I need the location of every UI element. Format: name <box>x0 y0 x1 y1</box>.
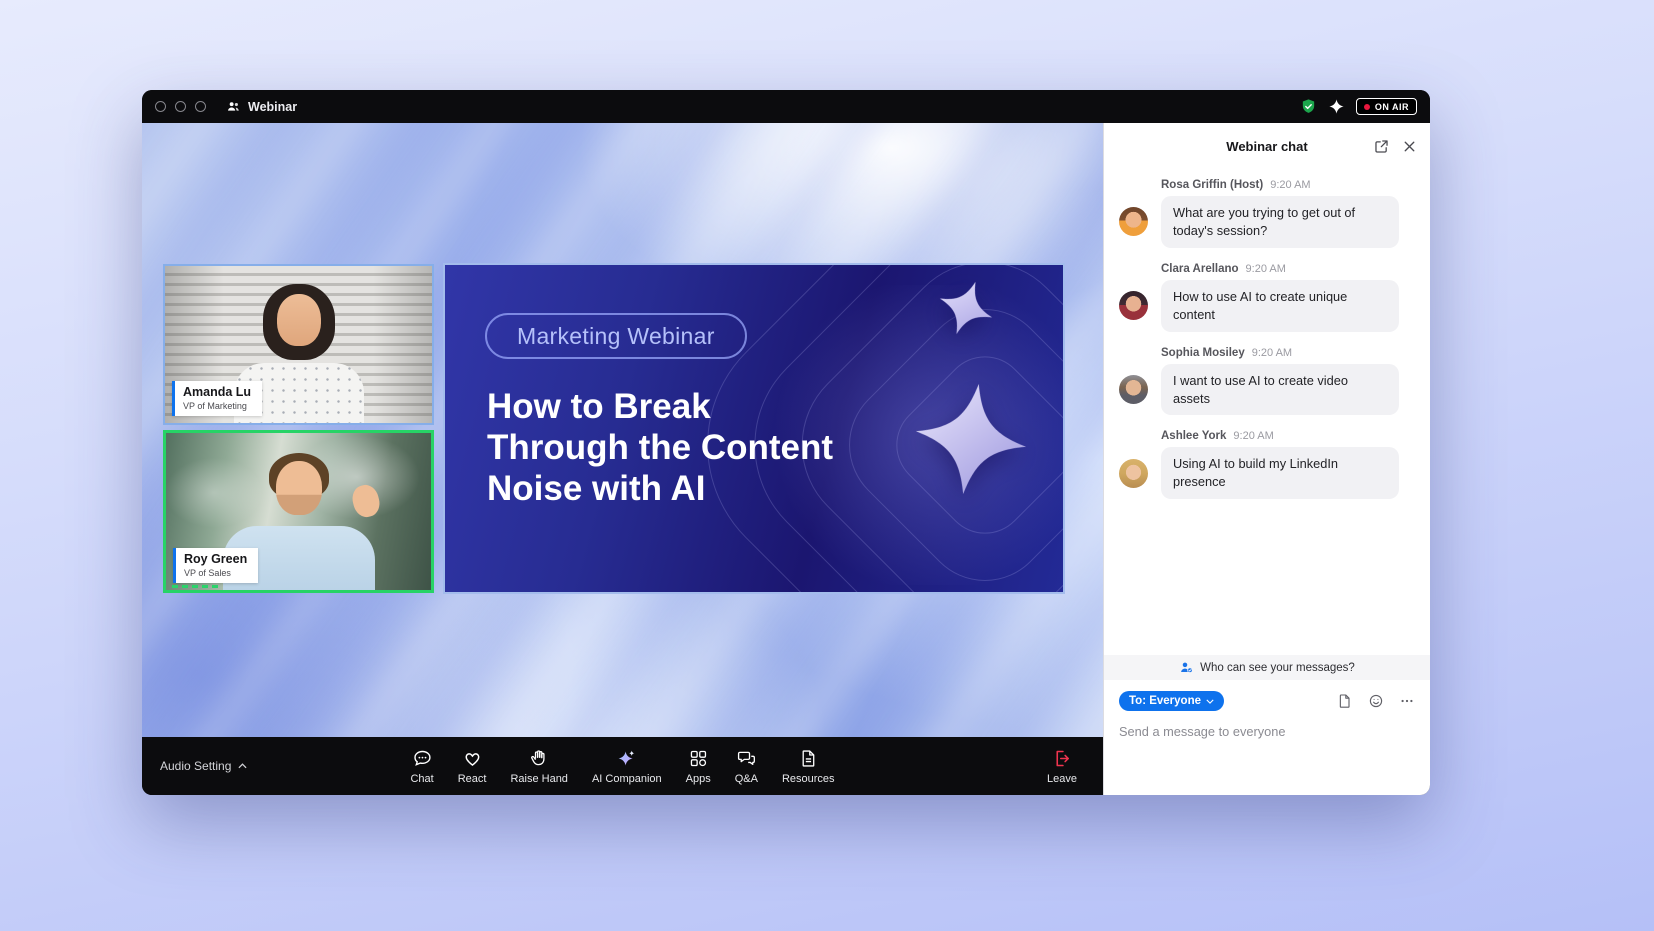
chat-message: Rosa Griffin (Host) 9:20 AM What are you … <box>1119 179 1415 248</box>
avatar <box>1119 459 1148 488</box>
leave-label: Leave <box>1047 773 1077 785</box>
chat-icon <box>412 748 433 769</box>
privacy-person-icon <box>1179 660 1194 675</box>
audio-level-indicator <box>172 585 220 588</box>
chat-button[interactable]: Chat <box>401 743 442 790</box>
participant-nametag: Roy Green VP of Sales <box>173 548 258 583</box>
more-options-icon[interactable] <box>1399 693 1415 709</box>
popout-icon[interactable] <box>1373 138 1390 155</box>
on-air-label: ON AIR <box>1375 102 1409 112</box>
chat-message-list: Rosa Griffin (Host) 9:20 AM What are you … <box>1104 169 1430 655</box>
chat-label: Chat <box>410 773 433 785</box>
leave-icon <box>1052 748 1073 769</box>
window-zoom-button[interactable] <box>195 101 206 112</box>
message-author: Clara Arellano <box>1161 263 1239 275</box>
window-close-button[interactable] <box>155 101 166 112</box>
ai-companion-label: AI Companion <box>592 773 662 785</box>
to-selector-label: To: Everyone <box>1129 695 1201 707</box>
participant-title: VP of Sales <box>184 568 247 578</box>
decorative-star-icon <box>905 373 1036 504</box>
react-button[interactable]: React <box>449 743 496 790</box>
participant-name: Roy Green <box>184 552 247 566</box>
webinar-window: Webinar ON AIR <box>142 90 1430 795</box>
qa-label: Q&A <box>735 773 758 785</box>
message-time: 9:20 AM <box>1270 179 1310 191</box>
message-input[interactable]: Send a message to everyone <box>1119 724 1415 774</box>
ai-companion-indicator-icon[interactable] <box>1328 98 1345 115</box>
participant-title: VP of Marketing <box>183 401 251 411</box>
audio-setting-label: Audio Setting <box>160 759 231 773</box>
chat-message: Ashlee York 9:20 AM Using AI to build my … <box>1119 430 1415 499</box>
avatar <box>1119 291 1148 320</box>
leave-button[interactable]: Leave <box>1047 748 1103 785</box>
slide-title-line: Noise with AI <box>487 469 833 510</box>
window-minimize-button[interactable] <box>175 101 186 112</box>
resources-button[interactable]: Resources <box>773 743 844 790</box>
message-bubble: What are you trying to get out of today'… <box>1161 196 1399 248</box>
participant-nametag: Amanda Lu VP of Marketing <box>172 381 262 416</box>
chat-message: Clara Arellano 9:20 AM How to use AI to c… <box>1119 263 1415 332</box>
apps-icon <box>688 748 709 769</box>
message-bubble: How to use AI to create unique content <box>1161 280 1399 332</box>
video-tile-roy[interactable]: Roy Green VP of Sales <box>163 430 434 593</box>
ai-companion-icon <box>616 748 637 769</box>
chevron-down-icon <box>1206 699 1214 704</box>
message-bubble: Using AI to build my LinkedIn presence <box>1161 447 1399 499</box>
file-icon[interactable] <box>1337 693 1353 709</box>
apps-label: Apps <box>686 773 711 785</box>
chevron-up-icon <box>238 763 247 769</box>
security-shield-icon[interactable] <box>1300 98 1317 115</box>
on-air-badge: ON AIR <box>1356 98 1417 115</box>
emoji-icon[interactable] <box>1368 693 1384 709</box>
app-title-label: Webinar <box>248 100 297 114</box>
chat-panel: Webinar chat Rosa Griffin (Host) 9:20 AM … <box>1103 123 1430 795</box>
chat-title: Webinar chat <box>1226 139 1307 154</box>
qa-icon <box>736 748 757 769</box>
privacy-note[interactable]: Who can see your messages? <box>1104 655 1430 680</box>
raise-hand-button[interactable]: Raise Hand <box>501 743 576 790</box>
avatar <box>1119 375 1148 404</box>
window-controls <box>155 101 206 112</box>
participants-icon <box>226 99 241 114</box>
on-air-dot <box>1364 104 1370 110</box>
resources-icon <box>798 748 819 769</box>
slide-title-line: Through the Content <box>487 428 833 469</box>
slide-badge: Marketing Webinar <box>485 313 747 359</box>
message-time: 9:20 AM <box>1246 263 1286 275</box>
composer-area: To: Everyone Send a message to everyone <box>1104 680 1430 795</box>
avatar <box>1119 207 1148 236</box>
to-selector[interactable]: To: Everyone <box>1119 691 1224 711</box>
titlebar-right: ON AIR <box>1300 98 1417 115</box>
message-time: 9:20 AM <box>1252 347 1292 359</box>
message-time: 9:20 AM <box>1233 430 1273 442</box>
apps-button[interactable]: Apps <box>677 743 720 790</box>
participant-name: Amanda Lu <box>183 385 251 399</box>
video-stage: Amanda Lu VP of Marketing Roy Green VP o… <box>142 123 1103 737</box>
message-author: Sophia Mosiley <box>1161 347 1245 359</box>
raise-hand-label: Raise Hand <box>510 773 567 785</box>
chat-header: Webinar chat <box>1104 123 1430 169</box>
audio-setting-button[interactable]: Audio Setting <box>142 759 247 773</box>
react-label: React <box>458 773 487 785</box>
ai-companion-button[interactable]: AI Companion <box>583 743 671 790</box>
qa-button[interactable]: Q&A <box>726 743 767 790</box>
privacy-note-label: Who can see your messages? <box>1200 662 1355 674</box>
toolbar: Audio Setting Chat React <box>142 737 1103 795</box>
titlebar: Webinar ON AIR <box>142 90 1430 123</box>
slide-title: How to Break Through the Content Noise w… <box>487 387 833 510</box>
slide-title-line: How to Break <box>487 387 833 428</box>
video-tile-amanda[interactable]: Amanda Lu VP of Marketing <box>163 264 434 425</box>
raise-hand-icon <box>529 748 550 769</box>
shared-screen-slide: Marketing Webinar How to Break Through t… <box>443 263 1065 594</box>
resources-label: Resources <box>782 773 835 785</box>
message-author: Ashlee York <box>1161 430 1226 442</box>
app-title: Webinar <box>226 99 297 114</box>
message-author: Rosa Griffin (Host) <box>1161 179 1263 191</box>
message-bubble: I want to use AI to create video assets <box>1161 364 1399 416</box>
chat-message: Sophia Mosiley 9:20 AM I want to use AI t… <box>1119 347 1415 416</box>
close-icon[interactable] <box>1401 138 1418 155</box>
react-icon <box>462 748 483 769</box>
toolbar-center: Chat React Raise Hand AI Companion <box>401 743 843 790</box>
desktop-background: Webinar ON AIR <box>0 0 1654 931</box>
